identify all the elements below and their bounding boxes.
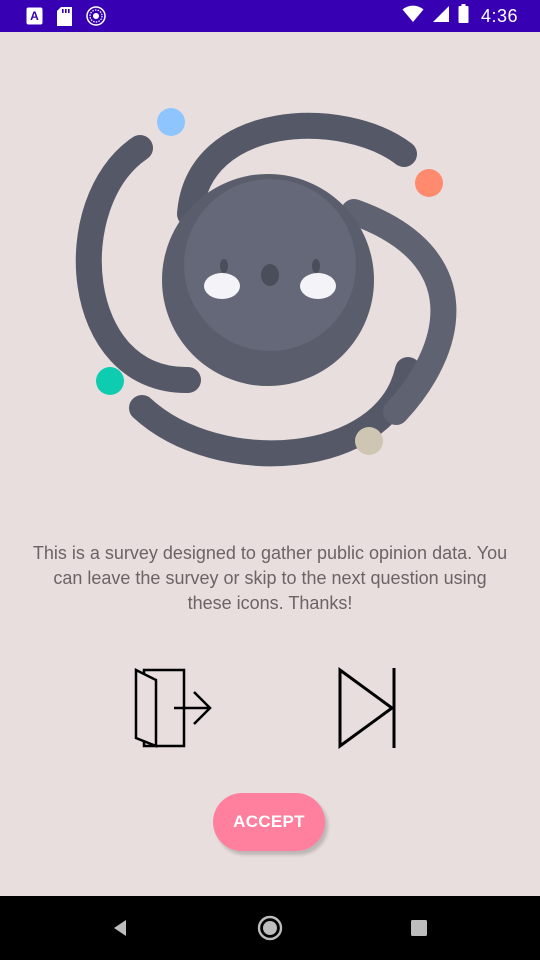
- exit-survey-button[interactable]: [128, 664, 220, 756]
- navigation-bar: [0, 896, 540, 960]
- circle-pattern-icon: [86, 6, 106, 31]
- cell-signal-icon: [432, 5, 450, 28]
- recents-icon[interactable]: [403, 912, 435, 944]
- accept-button[interactable]: ACCEPT: [213, 793, 325, 851]
- status-bar: A 4:36: [0, 0, 540, 32]
- skip-question-button[interactable]: [330, 664, 406, 756]
- home-icon[interactable]: [254, 912, 286, 944]
- status-bar-left: A: [26, 6, 106, 31]
- wifi-icon: [402, 5, 424, 28]
- skip-next-icon: [330, 662, 406, 759]
- svg-text:A: A: [30, 9, 39, 23]
- a11y-font-icon: A: [26, 7, 43, 30]
- status-bar-right: 4:36: [402, 4, 518, 28]
- back-icon[interactable]: [104, 912, 136, 944]
- swirl-creature-illustration: [70, 90, 470, 490]
- battery-icon: [458, 4, 469, 28]
- status-time: 4:36: [480, 5, 518, 26]
- sd-card-icon: [57, 6, 72, 31]
- exit-door-icon: [128, 662, 220, 759]
- survey-intro-message: This is a survey designed to gather publ…: [32, 543, 508, 613]
